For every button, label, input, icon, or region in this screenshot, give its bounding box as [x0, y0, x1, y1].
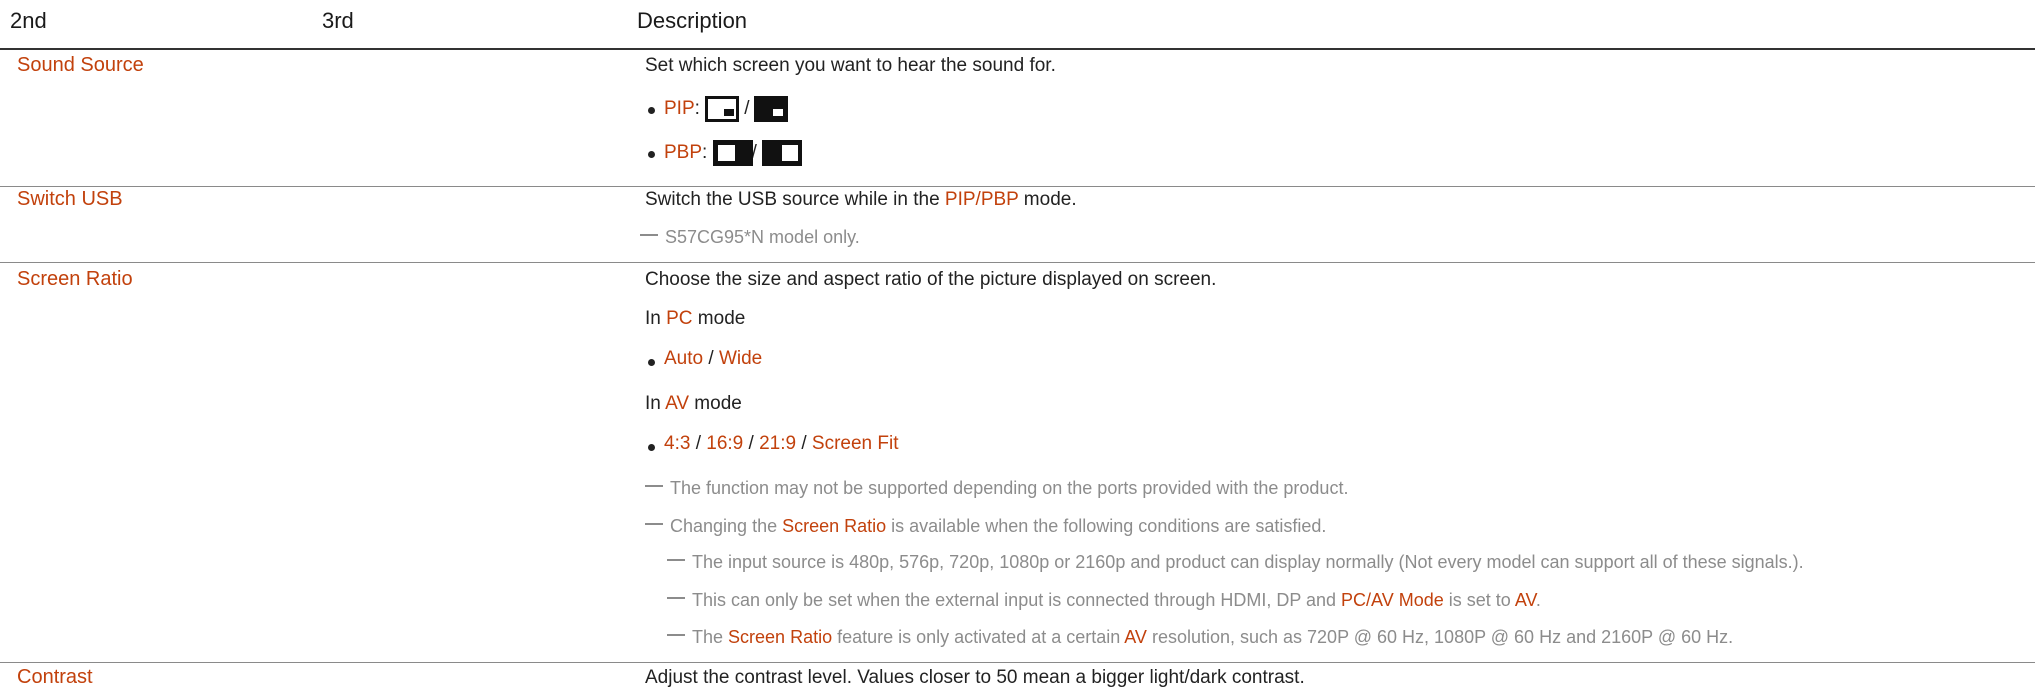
- row-divider: [0, 262, 2035, 263]
- column-header-3rd: 3rd: [322, 8, 354, 33]
- screen-ratio-subnote-2: This can only be set when the external i…: [667, 590, 1541, 611]
- switch-usb-description: Switch the USB source while in the PIP/P…: [645, 189, 1077, 210]
- menu-item-sound-source: Sound Source: [17, 54, 144, 76]
- sound-source-description: Set which screen you want to hear the so…: [645, 55, 1056, 76]
- bullet: [648, 107, 655, 114]
- bullet: [648, 444, 655, 451]
- pbp-left-window-icon: [761, 140, 802, 166]
- header-divider: [0, 48, 2035, 50]
- row-divider: [0, 186, 2035, 187]
- menu-item-screen-ratio: Screen Ratio: [17, 268, 133, 290]
- pbp-label: PBP: [664, 142, 703, 164]
- column-header-description: Description: [637, 8, 748, 33]
- screen-ratio-note-1: The function may not be supported depend…: [645, 478, 1348, 499]
- bullet: [648, 151, 655, 158]
- row-divider: [0, 662, 2035, 663]
- pc-mode-label: In PC mode: [645, 308, 746, 329]
- pip-small-window-icon: [705, 96, 740, 122]
- bullet: [648, 359, 655, 366]
- av-mode-options: 4:3 / 16:9 / 21:9 / Screen Fit: [664, 433, 899, 454]
- menu-item-contrast: Contrast: [17, 666, 93, 688]
- screen-ratio-subnote-1: The input source is 480p, 576p, 720p, 10…: [667, 552, 1804, 573]
- screen-ratio-subnote-3: The Screen Ratio feature is only activat…: [667, 627, 1733, 648]
- column-header-2nd: 2nd: [10, 8, 47, 33]
- av-mode-label: In AV mode: [645, 393, 742, 414]
- pbp-right-window-icon: [712, 140, 753, 166]
- menu-item-switch-usb: Switch USB: [17, 188, 123, 210]
- pip-label: PIP: [664, 98, 695, 120]
- pip-main-window-icon: [754, 96, 789, 122]
- switch-usb-note: S57CG95*N model only.: [640, 227, 860, 248]
- pip-option-line: PIP: /: [664, 96, 789, 122]
- contrast-description: Adjust the contrast level. Values closer…: [645, 667, 1305, 688]
- screen-ratio-note-2: Changing the Screen Ratio is available w…: [645, 516, 1326, 537]
- pbp-option-line: PBP: /: [664, 140, 802, 166]
- screen-ratio-description: Choose the size and aspect ratio of the …: [645, 269, 1217, 290]
- pc-mode-options: Auto / Wide: [664, 348, 763, 369]
